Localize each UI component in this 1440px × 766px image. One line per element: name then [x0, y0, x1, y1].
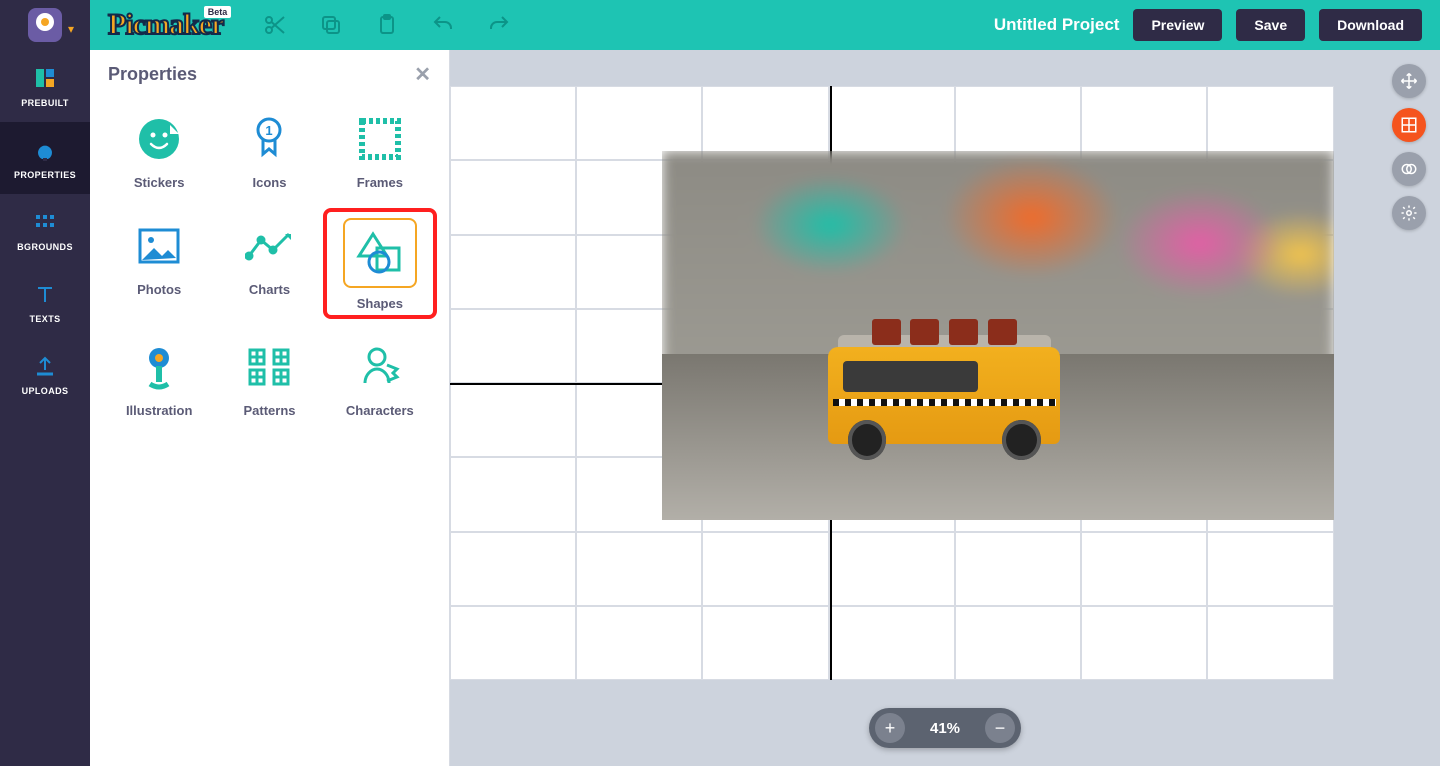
rail-bgrounds[interactable]: BGROUNDS: [0, 194, 90, 266]
category-shapes[interactable]: Shapes: [327, 212, 433, 315]
header-right: Untitled Project Preview Save Download: [994, 9, 1440, 41]
svg-text:1: 1: [266, 123, 273, 138]
copy-icon: [319, 13, 343, 37]
grid-tool[interactable]: [1392, 108, 1426, 142]
download-button[interactable]: Download: [1319, 9, 1422, 41]
canvas-image[interactable]: [662, 151, 1334, 519]
move-icon: [1400, 72, 1418, 90]
cut-button[interactable]: [261, 11, 289, 39]
rail-properties-label: PROPERTIES: [14, 170, 76, 180]
icons-icon: 1: [234, 111, 304, 167]
stickers-icon: [124, 111, 194, 167]
zoom-control: + 41% −: [869, 708, 1021, 748]
properties-panel: Properties ✕ Stickers 1 Icons Frames: [90, 50, 450, 766]
rail-bgrounds-label: BGROUNDS: [17, 242, 73, 252]
rail-uploads-label: UPLOADS: [22, 386, 69, 396]
category-characters-label: Characters: [346, 403, 414, 418]
rail-uploads[interactable]: UPLOADS: [0, 338, 90, 410]
clipboard-icon: [375, 13, 399, 37]
grid-icon: [1400, 116, 1418, 134]
category-stickers[interactable]: Stickers: [106, 105, 212, 194]
category-frames-label: Frames: [357, 175, 403, 190]
zoom-out-button[interactable]: −: [985, 713, 1015, 743]
settings-tool[interactable]: [1392, 196, 1426, 230]
layers-tool[interactable]: [1392, 152, 1426, 186]
paste-button[interactable]: [373, 11, 401, 39]
category-patterns-label: Patterns: [243, 403, 295, 418]
category-stickers-label: Stickers: [134, 175, 185, 190]
photos-icon: [124, 218, 194, 274]
rail-prebuilt[interactable]: PREBUILT: [0, 50, 90, 122]
toolbar: [261, 11, 513, 39]
app-header: ▾ Picmaker Beta Untitled Project Preview…: [0, 0, 1440, 50]
category-photos[interactable]: Photos: [106, 212, 212, 315]
panel-header: Properties ✕: [90, 50, 449, 97]
gear-icon: [1400, 204, 1418, 222]
rail-texts[interactable]: TEXTS: [0, 266, 90, 338]
scissors-icon: [263, 13, 287, 37]
panel-title: Properties: [108, 64, 197, 85]
category-charts-label: Charts: [249, 282, 290, 297]
category-shapes-label: Shapes: [357, 296, 403, 311]
category-illustration-label: Illustration: [126, 403, 192, 418]
prebuilt-icon: [31, 64, 59, 92]
left-rail: PREBUILT PROPERTIES BGROUNDS TEXTS UPLOA…: [0, 50, 90, 766]
category-frames[interactable]: Frames: [327, 105, 433, 194]
bgrounds-icon: [31, 208, 59, 236]
undo-icon: [431, 13, 455, 37]
texts-icon: [31, 280, 59, 308]
right-tools: [1392, 64, 1426, 230]
category-patterns[interactable]: Patterns: [216, 333, 322, 422]
chevron-down-icon[interactable]: ▾: [68, 22, 74, 36]
category-icons[interactable]: 1 Icons: [216, 105, 322, 194]
save-button[interactable]: Save: [1236, 9, 1305, 41]
redo-icon: [487, 13, 511, 37]
rail-prebuilt-label: PREBUILT: [21, 98, 69, 108]
zoom-in-button[interactable]: +: [875, 713, 905, 743]
close-icon[interactable]: ✕: [414, 62, 431, 87]
preview-button[interactable]: Preview: [1133, 9, 1222, 41]
undo-button[interactable]: [429, 11, 457, 39]
patterns-icon: [234, 339, 304, 395]
canvas[interactable]: [450, 86, 1334, 680]
copy-button[interactable]: [317, 11, 345, 39]
category-illustration[interactable]: Illustration: [106, 333, 212, 422]
project-title[interactable]: Untitled Project: [994, 15, 1120, 35]
category-charts[interactable]: Charts: [216, 212, 322, 315]
image-bus: [823, 335, 1065, 453]
category-characters[interactable]: Characters: [327, 333, 433, 422]
rail-properties[interactable]: PROPERTIES: [0, 122, 90, 194]
rail-texts-label: TEXTS: [29, 314, 60, 324]
move-tool[interactable]: [1392, 64, 1426, 98]
category-icons-label: Icons: [253, 175, 287, 190]
redo-button[interactable]: [485, 11, 513, 39]
canvas-area: + 41% −: [450, 50, 1440, 766]
robot-icon: [28, 8, 62, 42]
layers-icon: [1400, 160, 1418, 178]
properties-icon: [31, 136, 59, 164]
brand-badge: Beta: [204, 6, 232, 18]
brand: Picmaker Beta: [108, 8, 223, 42]
zoom-value: 41%: [930, 720, 960, 737]
category-grid: Stickers 1 Icons Frames Photos Charts: [90, 97, 449, 430]
category-photos-label: Photos: [137, 282, 181, 297]
charts-icon: [234, 218, 304, 274]
frames-icon: [345, 111, 415, 167]
illustration-icon: [124, 339, 194, 395]
characters-icon: [345, 339, 415, 395]
uploads-icon: [31, 352, 59, 380]
app-logo[interactable]: ▾: [0, 0, 90, 50]
shapes-icon: [355, 230, 405, 276]
